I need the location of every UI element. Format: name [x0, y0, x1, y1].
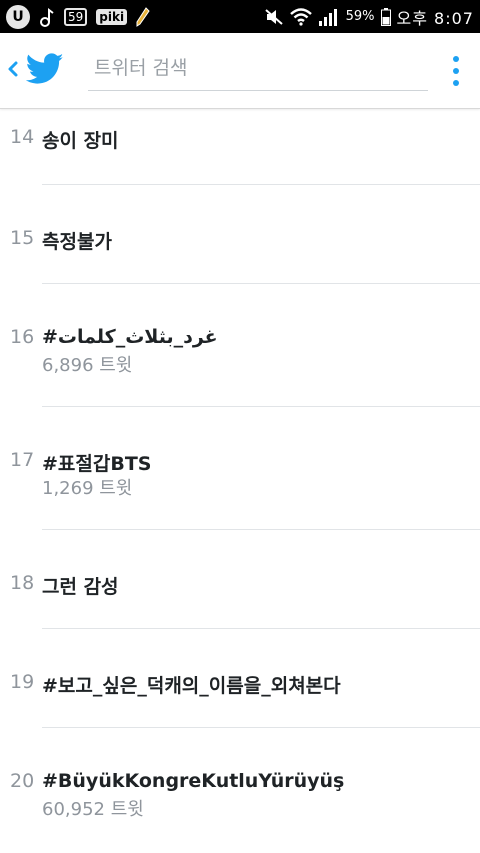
piki-app-icon: piki: [96, 8, 128, 25]
trend-tweet-count: 6,896 트윗: [42, 355, 133, 376]
trend-name: #BüyükKongreKutluYürüyüş: [42, 770, 345, 792]
back-chevron-icon[interactable]: [6, 58, 20, 80]
trend-rank: 18: [10, 572, 35, 594]
trend-name: #보고_싶은_덕캐의_이름을_외쳐본다: [42, 675, 341, 697]
trend-item[interactable]: 15 측정불가: [0, 185, 480, 284]
music-note-icon: [40, 7, 54, 27]
trend-item[interactable]: 17 #표절갑BTS 1,269 트윗: [0, 407, 480, 530]
trend-item[interactable]: 14 송이 장미: [0, 108, 480, 185]
trend-rank: 17: [10, 449, 35, 471]
trend-rank: 14: [10, 126, 35, 148]
trend-name: #표절갑BTS: [42, 453, 152, 475]
status-bar: U 59 piki 59% 오후 8:07: [0, 0, 480, 33]
signal-icon: [318, 8, 337, 26]
trend-name: #غرد_بثلاث_كلمات: [42, 326, 218, 348]
u-app-icon: U: [6, 4, 30, 29]
battery-percent: 59%: [345, 9, 375, 24]
trend-tweet-count: 1,269 트윗: [42, 478, 133, 499]
trend-item[interactable]: 19 #보고_싶은_덕캐의_이름을_외쳐본다: [0, 629, 480, 728]
trend-item[interactable]: 16 #غرد_بثلاث_كلمات 6,896 트윗: [0, 284, 480, 407]
overflow-menu-icon[interactable]: [449, 53, 463, 89]
trend-rank: 19: [10, 671, 35, 693]
trend-name: 그런 감성: [42, 576, 119, 598]
wifi-icon: [289, 7, 312, 26]
pencil-icon: [136, 6, 150, 27]
trends-list: 14 송이 장미 15 측정불가 16 #غرد_بثلاث_كلمات 6,8…: [0, 108, 480, 848]
trend-item[interactable]: 20 #BüyükKongreKutluYürüyüş 60,952 트윗: [0, 728, 480, 848]
trend-name: 송이 장미: [42, 130, 119, 152]
search-input[interactable]: [88, 45, 428, 91]
trend-rank: 20: [10, 770, 35, 792]
trend-rank: 16: [10, 326, 35, 348]
search-field-wrapper: [88, 45, 428, 100]
trend-rank: 15: [10, 227, 35, 249]
mute-icon: [264, 8, 283, 25]
battery-icon: [380, 7, 391, 26]
twitter-bird-icon[interactable]: [26, 53, 64, 85]
clock: 오후 8:07: [396, 8, 474, 28]
trend-name: 측정불가: [42, 231, 112, 253]
notification-count-icon: 59: [64, 7, 88, 26]
trend-tweet-count: 60,952 트윗: [42, 799, 144, 820]
app-header: [0, 33, 480, 109]
trend-item[interactable]: 18 그런 감성: [0, 530, 480, 629]
